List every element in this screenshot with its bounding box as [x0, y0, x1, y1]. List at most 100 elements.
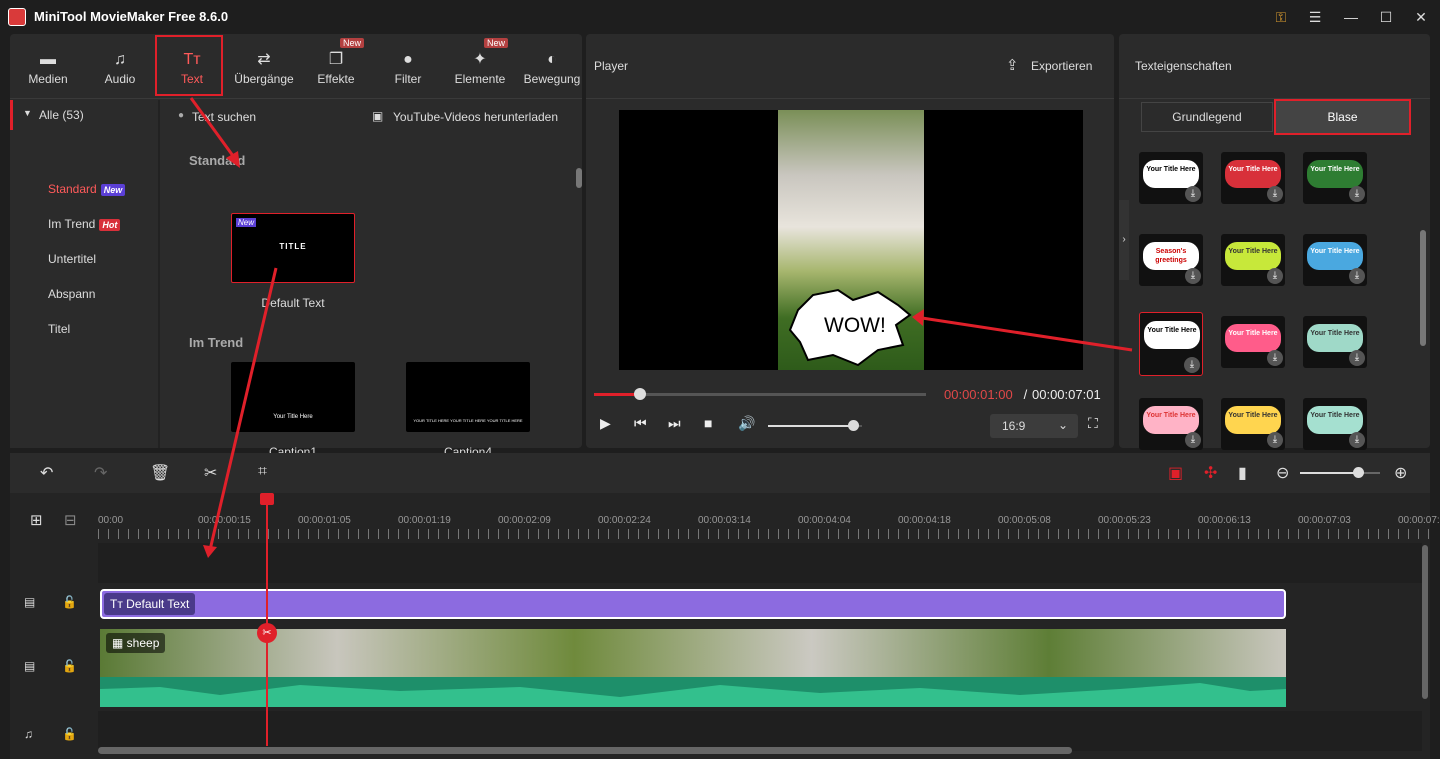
- download-icon[interactable]: ⤓: [1349, 186, 1365, 202]
- lock-icon[interactable]: 🔓: [62, 727, 77, 741]
- horizontal-scrollbar[interactable]: [98, 747, 1072, 754]
- volume-slider[interactable]: [768, 420, 862, 431]
- split-marker-icon[interactable]: ✂: [257, 623, 277, 643]
- bubble-style-tile[interactable]: Your Title Here ⤓: [1221, 398, 1285, 450]
- progress-handle[interactable]: [634, 388, 647, 400]
- crop-icon[interactable]: ⌗: [258, 463, 267, 481]
- template-caption1[interactable]: Your Title Here: [231, 362, 355, 432]
- fit-icon[interactable]: ▣: [1168, 463, 1183, 483]
- time-ruler[interactable]: 00:00 00:00:00:15 00:00:01:05 00:00:01:19 00…: [98, 493, 1440, 539]
- scrollbar[interactable]: [576, 168, 582, 188]
- youtube-download-link[interactable]: YouTube-Videos herunterladen: [393, 110, 558, 124]
- title-bar: MiniTool MovieMaker Free 8.6.0 ⚿ ☰ — ☐ ✕: [0, 0, 1440, 33]
- tool-effects[interactable]: ❐ Effekte New: [300, 38, 372, 100]
- tool-transition[interactable]: ⇄ Übergänge: [228, 44, 300, 100]
- bubble-preview: Your Title Here: [1225, 160, 1281, 188]
- download-icon[interactable]: ⤓: [1267, 350, 1283, 366]
- category-all[interactable]: ▼ Alle (53): [10, 100, 160, 130]
- bubble-style-tile[interactable]: Your Title Here ⤓: [1139, 398, 1203, 450]
- bubble-style-tile[interactable]: Season's greetings ⤓: [1139, 234, 1203, 286]
- text-clip[interactable]: Tт Default Text: [100, 589, 1286, 619]
- download-icon[interactable]: ⤓: [1267, 186, 1283, 202]
- zoom-out-icon[interactable]: ⊖: [1276, 463, 1289, 483]
- video-clip[interactable]: ▦ sheep: [100, 629, 1286, 677]
- download-icon[interactable]: ⤓: [1349, 350, 1365, 366]
- bubble-style-tile[interactable]: Your Title Here ⤓: [1303, 398, 1367, 450]
- bubble-style-tile[interactable]: Your Title Here ⤓: [1221, 316, 1285, 368]
- download-icon[interactable]: ⤓: [1267, 268, 1283, 284]
- playhead-handle[interactable]: [260, 493, 274, 505]
- download-icon[interactable]: ⤓: [1349, 432, 1365, 448]
- tool-elements[interactable]: ✦ Elemente New: [444, 38, 516, 100]
- volume-handle[interactable]: [847, 420, 859, 431]
- tab-bubble[interactable]: Blase: [1274, 99, 1411, 135]
- progress-track[interactable]: [594, 388, 926, 400]
- bubble-style-tile[interactable]: Your Title Here ⤓: [1303, 152, 1367, 204]
- zoom-in-icon[interactable]: ⊕: [1394, 463, 1407, 483]
- tool-motion[interactable]: ◐ Bewegung: [516, 44, 588, 100]
- category-abspann[interactable]: Abspann: [48, 287, 95, 301]
- bubble-style-tile[interactable]: Your Title Here ⤓: [1139, 312, 1203, 376]
- vertical-scrollbar[interactable]: [1422, 545, 1428, 699]
- highlight-text-tool: [155, 35, 223, 96]
- bubble-style-tile[interactable]: Your Title Here ⤓: [1303, 234, 1367, 286]
- template-default-text[interactable]: New TITLE: [231, 213, 355, 283]
- delete-icon[interactable]: 🗑: [150, 463, 170, 483]
- caption4-preview: YOUR TITLE HERE YOUR TITLE HERE YOUR TIT…: [413, 418, 523, 423]
- tool-filter[interactable]: ● Filter: [372, 44, 444, 100]
- audio-detach-icon[interactable]: ▮: [1238, 463, 1247, 483]
- menu-icon[interactable]: ☰: [1304, 6, 1326, 28]
- add-track-icon[interactable]: ⊞: [30, 511, 43, 529]
- aspect-ratio-select[interactable]: 16:9 ⌄: [990, 414, 1078, 438]
- download-icon[interactable]: ⤓: [1185, 186, 1201, 202]
- category-standard[interactable]: Standard New: [48, 182, 126, 196]
- ruler-marks: [98, 529, 1430, 539]
- volume-icon[interactable]: 🔊: [738, 415, 755, 432]
- download-icon[interactable]: ⤓: [1185, 268, 1201, 284]
- prev-frame-icon[interactable]: ⏮: [634, 415, 647, 432]
- key-icon[interactable]: ⚿: [1270, 6, 1292, 28]
- video-clip-label-box: ▦ sheep: [106, 633, 166, 653]
- export-button[interactable]: Exportieren: [1031, 59, 1092, 73]
- category-untertitel[interactable]: Untertitel: [48, 252, 96, 266]
- video-preview[interactable]: WOW!: [619, 110, 1083, 370]
- bubble-style-tile[interactable]: Your Title Here ⤓: [1221, 234, 1285, 286]
- category-list: ▼ Alle (53) Standard New Im Trend Hot Untert…: [10, 100, 160, 448]
- playhead[interactable]: ✂: [257, 493, 277, 746]
- download-icon[interactable]: ⤓: [1267, 432, 1283, 448]
- template-caption4[interactable]: YOUR TITLE HERE YOUR TITLE HERE YOUR TIT…: [406, 362, 530, 432]
- tool-folder[interactable]: ▬ Medien: [12, 44, 84, 100]
- stop-icon[interactable]: ■: [704, 415, 712, 431]
- close-button[interactable]: ✕: [1410, 6, 1432, 28]
- play-icon[interactable]: ▶: [600, 415, 611, 432]
- bubble-style-tile[interactable]: Your Title Here ⤓: [1139, 152, 1203, 204]
- text-properties-panel: Texteigenschaften Grundlegend Blase › Yo…: [1119, 34, 1430, 450]
- search-input[interactable]: Text suchen: [192, 110, 256, 124]
- zoom-slider[interactable]: [1300, 467, 1380, 478]
- next-frame-icon[interactable]: ⏭: [668, 415, 681, 432]
- lock-icon[interactable]: 🔓: [62, 595, 77, 609]
- minimize-button[interactable]: —: [1340, 6, 1362, 28]
- ruler-tick-label: 00:00:04:18: [898, 515, 951, 526]
- download-icon[interactable]: ⤓: [1185, 432, 1201, 448]
- split-icon[interactable]: ✂: [204, 463, 217, 483]
- download-icon[interactable]: ⤓: [1349, 268, 1365, 284]
- scrollbar[interactable]: [1420, 230, 1426, 346]
- lock-icon[interactable]: 🔓: [62, 659, 77, 673]
- audio-waveform[interactable]: [100, 677, 1286, 707]
- fullscreen-icon[interactable]: ⛶: [1088, 415, 1098, 432]
- redo-icon[interactable]: ↷: [94, 463, 107, 483]
- player-panel: Player ⇪ Exportieren WOW! 00:00:01:00 / …: [586, 34, 1114, 448]
- category-titel[interactable]: Titel: [48, 322, 70, 336]
- download-icon[interactable]: ⤓: [1184, 357, 1200, 373]
- zoom-handle[interactable]: [1352, 467, 1364, 478]
- tool-music-note[interactable]: ♫ Audio: [84, 44, 156, 100]
- bubble-style-tile[interactable]: Your Title Here ⤓: [1303, 316, 1367, 368]
- undo-icon[interactable]: ↶: [40, 463, 53, 483]
- maximize-button[interactable]: ☐: [1375, 6, 1397, 28]
- category-im-trend[interactable]: Im Trend Hot: [48, 217, 121, 231]
- remove-track-icon[interactable]: ⊟: [64, 511, 77, 529]
- tab-basic[interactable]: Grundlegend: [1141, 102, 1273, 132]
- snap-icon[interactable]: ✣: [1204, 463, 1217, 483]
- bubble-style-tile[interactable]: Your Title Here ⤓: [1221, 152, 1285, 204]
